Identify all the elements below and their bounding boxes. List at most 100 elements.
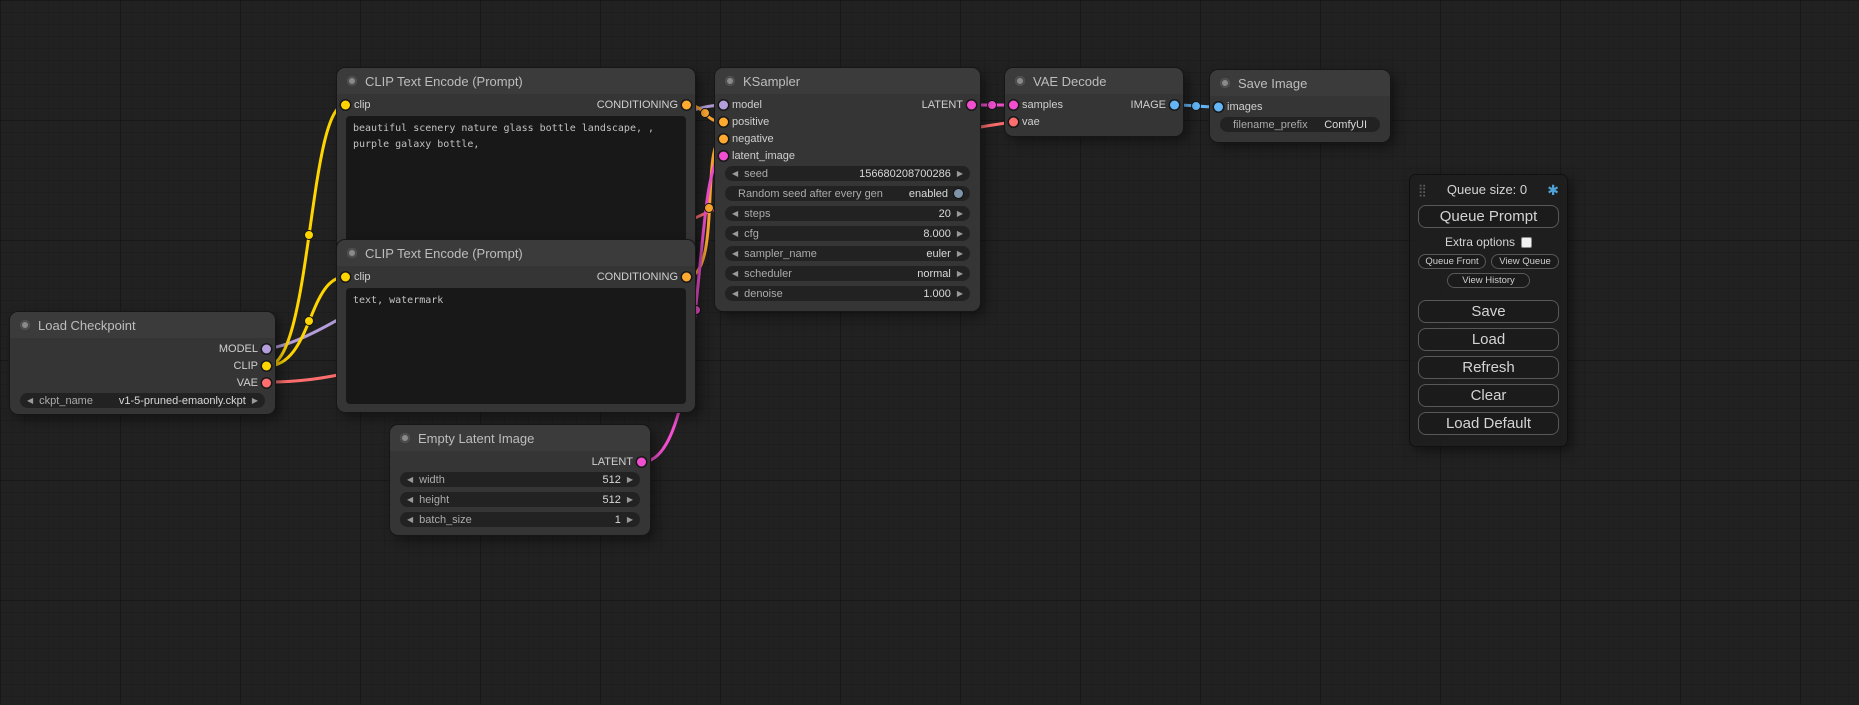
decrement-arrow-icon[interactable]: ◀ bbox=[732, 250, 738, 258]
increment-arrow-icon[interactable]: ▶ bbox=[627, 476, 633, 484]
node-title: Empty Latent Image bbox=[418, 431, 534, 446]
collapse-dot[interactable] bbox=[1015, 76, 1025, 86]
widget-value: euler bbox=[926, 248, 950, 260]
input-slot-label: images bbox=[1227, 101, 1262, 113]
collapse-dot[interactable] bbox=[347, 248, 357, 258]
node-header[interactable]: KSampler bbox=[715, 68, 980, 94]
extra-options-checkbox[interactable] bbox=[1521, 237, 1532, 248]
input-slot-label: positive bbox=[732, 116, 769, 128]
input-slot-samples[interactable] bbox=[1009, 100, 1018, 109]
input-slot-label: vae bbox=[1022, 116, 1040, 128]
node-header[interactable]: Empty Latent Image bbox=[390, 425, 650, 451]
prompt-textarea[interactable]: beautiful scenery nature glass bottle la… bbox=[346, 116, 686, 250]
collapse-dot[interactable] bbox=[347, 76, 357, 86]
widget-width[interactable]: ◀ width 512 ▶ bbox=[400, 472, 640, 487]
view-queue-button[interactable]: View Queue bbox=[1491, 254, 1559, 269]
wire-clip-negative bbox=[267, 277, 345, 366]
widget-denoise[interactable]: ◀ denoise 1.000 ▶ bbox=[725, 286, 970, 301]
output-slot-model[interactable] bbox=[262, 344, 271, 353]
queue-menu-panel[interactable]: ⣿ Queue size: 0 ✱ Queue Prompt Extra opt… bbox=[1410, 175, 1567, 446]
toggle-indicator[interactable] bbox=[954, 189, 963, 198]
node-graph-canvas[interactable]: CLIP Text Encode (Prompt) clip CONDITION… bbox=[0, 0, 1859, 705]
output-slot-conditioning[interactable] bbox=[682, 272, 691, 281]
node-clip-text-encode-negative[interactable]: CLIP Text Encode (Prompt) clip CONDITION… bbox=[337, 240, 695, 412]
decrement-arrow-icon[interactable]: ◀ bbox=[732, 230, 738, 238]
queue-front-button[interactable]: Queue Front bbox=[1418, 254, 1486, 269]
prompt-textarea[interactable]: text, watermark bbox=[346, 288, 686, 404]
increment-arrow-icon[interactable]: ▶ bbox=[627, 496, 633, 504]
increment-arrow-icon[interactable]: ▶ bbox=[957, 170, 963, 178]
load-default-button[interactable]: Load Default bbox=[1418, 412, 1559, 435]
decrement-arrow-icon[interactable]: ◀ bbox=[407, 496, 413, 504]
input-slot-label: latent_image bbox=[732, 150, 795, 162]
decrement-arrow-icon[interactable]: ◀ bbox=[407, 516, 413, 524]
decrement-arrow-icon[interactable]: ◀ bbox=[732, 290, 738, 298]
input-slot-vae[interactable] bbox=[1009, 117, 1018, 126]
clear-button[interactable]: Clear bbox=[1418, 384, 1559, 407]
widget-filename-prefix[interactable]: filename_prefix ComfyUI bbox=[1220, 117, 1380, 132]
decrement-arrow-icon[interactable]: ◀ bbox=[732, 210, 738, 218]
increment-arrow-icon[interactable]: ▶ bbox=[252, 397, 258, 405]
output-slot-latent[interactable] bbox=[637, 457, 646, 466]
input-slot-model[interactable] bbox=[719, 100, 728, 109]
widget-sampler-name[interactable]: ◀ sampler_name euler ▶ bbox=[725, 246, 970, 261]
output-slot-latent[interactable] bbox=[967, 100, 976, 109]
collapse-dot[interactable] bbox=[725, 76, 735, 86]
widget-steps[interactable]: ◀ steps 20 ▶ bbox=[725, 206, 970, 221]
widget-name: denoise bbox=[744, 288, 783, 300]
settings-gear-icon[interactable]: ✱ bbox=[1547, 183, 1559, 197]
output-slot-image[interactable] bbox=[1170, 100, 1179, 109]
node-header[interactable]: Save Image bbox=[1210, 70, 1390, 96]
decrement-arrow-icon[interactable]: ◀ bbox=[27, 397, 33, 405]
widget-cfg[interactable]: ◀ cfg 8.000 ▶ bbox=[725, 226, 970, 241]
output-slot-clip[interactable] bbox=[262, 361, 271, 370]
output-slot-label: MODEL bbox=[219, 343, 258, 355]
widget-height[interactable]: ◀ height 512 ▶ bbox=[400, 492, 640, 507]
increment-arrow-icon[interactable]: ▶ bbox=[957, 250, 963, 258]
input-slot-negative[interactable] bbox=[719, 134, 728, 143]
input-slot-images[interactable] bbox=[1214, 102, 1223, 111]
node-ksampler[interactable]: KSampler model LATENT positive negative … bbox=[715, 68, 980, 311]
increment-arrow-icon[interactable]: ▶ bbox=[957, 290, 963, 298]
node-vae-decode[interactable]: VAE Decode samples IMAGE vae bbox=[1005, 68, 1183, 136]
node-header[interactable]: VAE Decode bbox=[1005, 68, 1183, 94]
input-slot-positive[interactable] bbox=[719, 117, 728, 126]
collapse-dot[interactable] bbox=[1220, 78, 1230, 88]
increment-arrow-icon[interactable]: ▶ bbox=[957, 210, 963, 218]
widget-ckpt-name[interactable]: ◀ ckpt_name v1-5-pruned-emaonly.ckpt ▶ bbox=[20, 393, 265, 408]
node-empty-latent-image[interactable]: Empty Latent Image LATENT ◀ width 512 ▶ … bbox=[390, 425, 650, 535]
node-header[interactable]: CLIP Text Encode (Prompt) bbox=[337, 240, 695, 266]
node-clip-text-encode-positive[interactable]: CLIP Text Encode (Prompt) clip CONDITION… bbox=[337, 68, 695, 258]
queue-prompt-button[interactable]: Queue Prompt bbox=[1418, 205, 1559, 228]
node-header[interactable]: CLIP Text Encode (Prompt) bbox=[337, 68, 695, 94]
decrement-arrow-icon[interactable]: ◀ bbox=[732, 170, 738, 178]
widget-seed[interactable]: ◀ seed 156680208700286 ▶ bbox=[725, 166, 970, 181]
node-save-image[interactable]: Save Image images filename_prefix ComfyU… bbox=[1210, 70, 1390, 142]
widget-value: 512 bbox=[602, 494, 620, 506]
output-slot-vae[interactable] bbox=[262, 378, 271, 387]
node-title: CLIP Text Encode (Prompt) bbox=[365, 246, 523, 261]
widget-random-seed-toggle[interactable]: Random seed after every gen enabled bbox=[725, 186, 970, 201]
increment-arrow-icon[interactable]: ▶ bbox=[627, 516, 633, 524]
save-button[interactable]: Save bbox=[1418, 300, 1559, 323]
load-button[interactable]: Load bbox=[1418, 328, 1559, 351]
refresh-button[interactable]: Refresh bbox=[1418, 356, 1559, 379]
input-slot-clip[interactable] bbox=[341, 272, 350, 281]
drag-handle-icon[interactable]: ⣿ bbox=[1418, 183, 1427, 197]
widget-batch-size[interactable]: ◀ batch_size 1 ▶ bbox=[400, 512, 640, 527]
input-slot-clip[interactable] bbox=[341, 100, 350, 109]
widget-scheduler[interactable]: ◀ scheduler normal ▶ bbox=[725, 266, 970, 281]
input-slot-latent-image[interactable] bbox=[719, 151, 728, 160]
node-header[interactable]: Load Checkpoint bbox=[10, 312, 275, 338]
collapse-dot[interactable] bbox=[400, 433, 410, 443]
output-slot-label: CONDITIONING bbox=[597, 99, 678, 111]
node-load-checkpoint[interactable]: Load Checkpoint MODEL CLIP VAE ◀ ckpt_na… bbox=[10, 312, 275, 414]
collapse-dot[interactable] bbox=[20, 320, 30, 330]
increment-arrow-icon[interactable]: ▶ bbox=[957, 230, 963, 238]
decrement-arrow-icon[interactable]: ◀ bbox=[732, 270, 738, 278]
widget-name: filename_prefix bbox=[1233, 119, 1308, 131]
increment-arrow-icon[interactable]: ▶ bbox=[957, 270, 963, 278]
view-history-button[interactable]: View History bbox=[1447, 273, 1530, 288]
decrement-arrow-icon[interactable]: ◀ bbox=[407, 476, 413, 484]
output-slot-conditioning[interactable] bbox=[682, 100, 691, 109]
